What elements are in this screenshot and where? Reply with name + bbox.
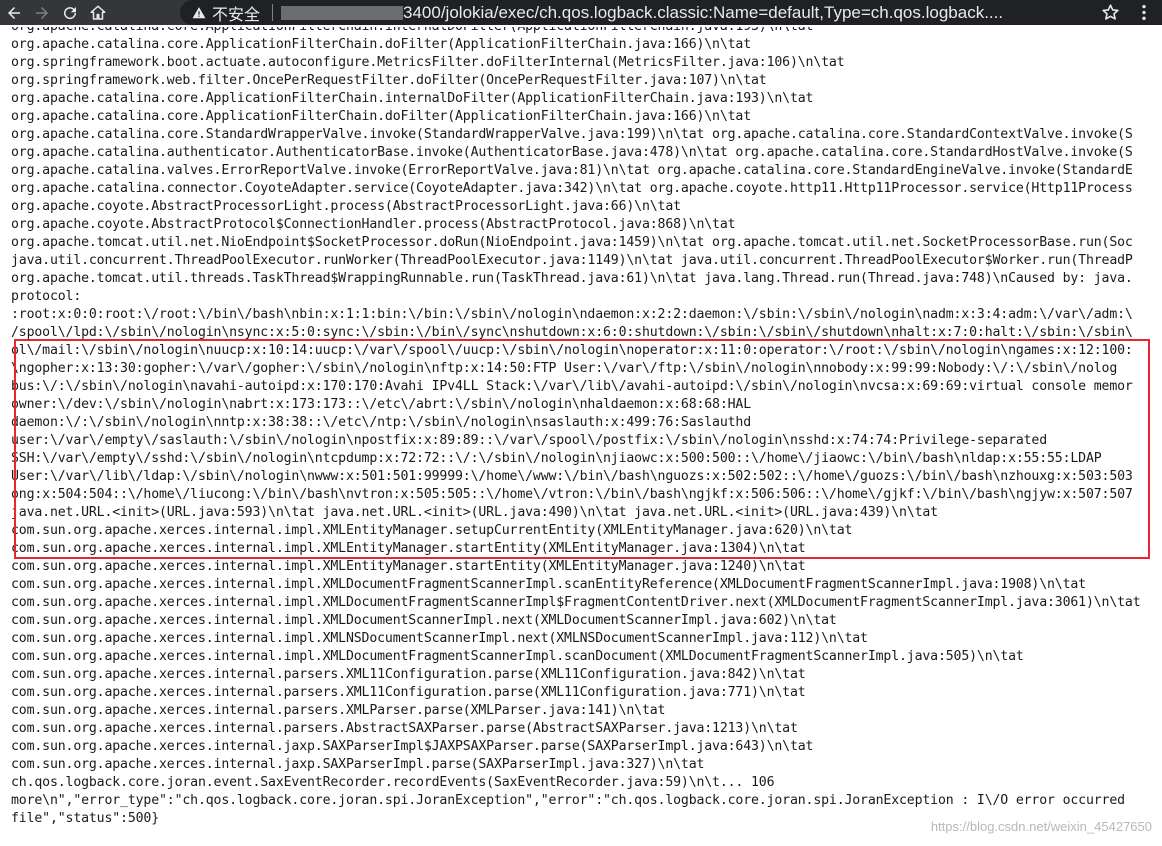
text-line: org.springframework.web.filter.OncePerRe… <box>11 73 767 88</box>
home-icon <box>90 5 106 20</box>
reload-button[interactable] <box>56 0 84 25</box>
text-line: java.net.URL.<init>(URL.java:593)\n\tat … <box>11 505 938 520</box>
text-line: ol\/mail:\/sbin\/nologin\nuucp:x:10:14:u… <box>11 343 1133 358</box>
menu-dots-icon[interactable] <box>1134 2 1154 23</box>
text-line: org.apache.catalina.connector.CoyoteAdap… <box>11 181 1133 196</box>
star-icon[interactable] <box>1101 3 1120 22</box>
text-line: org.apache.tomcat.util.threads.TaskThrea… <box>11 271 1133 286</box>
text-line: com.sun.org.apache.xerces.internal.parse… <box>11 685 806 700</box>
text-line: org.apache.coyote.AbstractProtocol$Conne… <box>11 217 736 232</box>
text-line: org.apache.tomcat.util.net.NioEndpoint$S… <box>11 235 1133 250</box>
forward-button[interactable] <box>28 0 56 25</box>
text-line: java.util.concurrent.ThreadPoolExecutor.… <box>11 253 1133 268</box>
text-line: org.apache.catalina.valves.ErrorReportVa… <box>11 163 1133 178</box>
text-line: more\n","error_type":"ch.qos.logback.cor… <box>11 793 1125 808</box>
text-line: ong:x:504:504::\/home\/liucong:\/bin\/ba… <box>11 487 1133 502</box>
text-line: com.sun.org.apache.xerces.internal.impl.… <box>11 577 1086 592</box>
back-arrow-icon <box>8 6 20 19</box>
response-body: org.apache.catalina.core.ApplicationFilt… <box>11 27 1162 842</box>
text-line: com.sun.org.apache.xerces.internal.parse… <box>11 703 666 718</box>
text-line: protocol: <box>11 289 82 304</box>
text-line: org.apache.coyote.AbstractProcessorLight… <box>11 199 681 214</box>
watermark: https://blog.csdn.net/weixin_45427650 <box>930 819 1152 834</box>
text-line: org.apache.catalina.core.ApplicationFilt… <box>11 27 1162 36</box>
text-line: org.apache.catalina.core.ApplicationFilt… <box>11 109 752 124</box>
text-line: bus:\/:\/sbin\/nologin\navahi-autoipd:x:… <box>11 379 1133 394</box>
address-divider <box>272 4 274 21</box>
text-line: /spool\/lpd:\/sbin\/nologin\nsync:x:5:0:… <box>11 325 1133 340</box>
text-line: com.sun.org.apache.xerces.internal.impl.… <box>11 649 1024 664</box>
url-text[interactable]: 3400/jolokia/exec/ch.qos.logback.classic… <box>403 3 1091 23</box>
text-line: ch.qos.logback.core.joran.event.SaxEvent… <box>11 775 775 790</box>
text-line: SSH:\/var\/empty\/sshd:\/sbin\/nologin\n… <box>11 451 1102 466</box>
home-button[interactable] <box>84 0 112 25</box>
reload-icon <box>64 6 77 19</box>
text-line: org.apache.catalina.authenticator.Authen… <box>11 145 1133 160</box>
text-line: daemon:\/:\/sbin\/nologin\nntp:x:38:38::… <box>11 415 752 430</box>
text-line: com.sun.org.apache.xerces.internal.parse… <box>11 667 806 682</box>
text-line: User:\/var\/lib\/ldap:\/sbin\/nologin\nw… <box>11 469 1133 484</box>
browser-toolbar: 不安全 3400/jolokia/exec/ch.qos.logback.cla… <box>0 0 1162 25</box>
text-line: com.sun.org.apache.xerces.internal.impl.… <box>11 523 853 538</box>
text-line: com.sun.org.apache.xerces.internal.impl.… <box>11 541 806 556</box>
text-line: com.sun.org.apache.xerces.internal.jaxp.… <box>11 757 705 772</box>
text-line: com.sun.org.apache.xerces.internal.impl.… <box>11 595 1141 610</box>
text-line: \ngopher:x:13:30:gopher:\/var\/gopher:\/… <box>11 361 1118 376</box>
text-line: org.apache.catalina.core.ApplicationFilt… <box>11 37 752 52</box>
warning-icon <box>192 6 206 18</box>
text-line: user:\/var\/empty\/saslauth:\/sbin\/nolo… <box>11 433 1048 448</box>
text-line: com.sun.org.apache.xerces.internal.parse… <box>11 721 798 736</box>
text-line: com.sun.org.apache.xerces.internal.jaxp.… <box>11 739 814 754</box>
security-status[interactable]: 不安全 <box>212 1 260 25</box>
address-bar[interactable]: 不安全 3400/jolokia/exec/ch.qos.logback.cla… <box>180 0 1162 25</box>
text-line: :root:x:0:0:root:\/root:\/bin\/bash\nbin… <box>11 307 1133 322</box>
text-line: owner:\/dev:\/sbin\/nologin\nabrt:x:173:… <box>11 397 752 412</box>
text-line: org.apache.catalina.core.ApplicationFilt… <box>11 91 814 106</box>
back-button[interactable] <box>0 0 28 25</box>
text-line: com.sun.org.apache.xerces.internal.impl.… <box>11 559 806 574</box>
text-line: org.apache.catalina.core.StandardWrapper… <box>11 127 1133 142</box>
text-line: com.sun.org.apache.xerces.internal.impl.… <box>11 631 868 646</box>
text-line: org.springframework.boot.actuate.autocon… <box>11 55 845 70</box>
text-line: com.sun.org.apache.xerces.internal.impl.… <box>11 613 837 628</box>
forward-arrow-icon <box>36 6 48 19</box>
masked-host <box>281 5 404 20</box>
